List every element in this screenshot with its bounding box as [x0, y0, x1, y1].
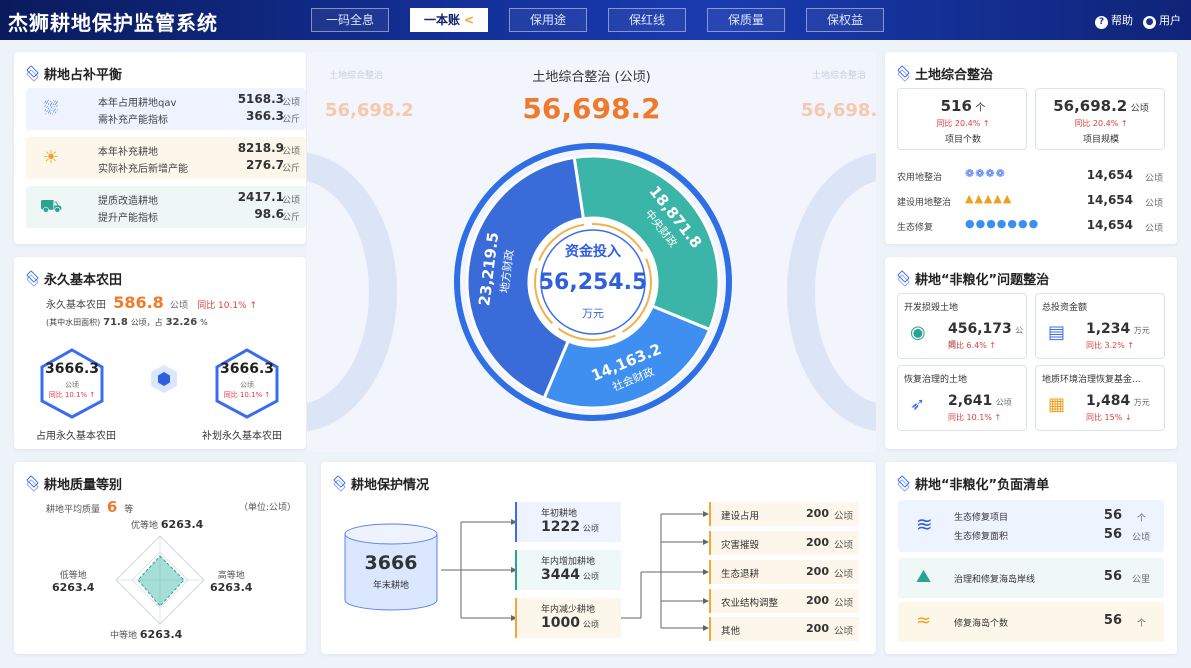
negative-row: ⛰ 治理和修复海岛岸线 56 公里: [898, 558, 1164, 598]
decrease-reason-item: 其他 200 公顷: [709, 617, 859, 641]
balance-row: ⛆ 本年占用耕地qav 5168.3 公顷 需补充产能指标 366.3 公斤: [26, 88, 306, 130]
land-type-icons: ▲▲▲▲▲: [965, 192, 1013, 205]
nongrain-icon: ▤: [1048, 322, 1066, 343]
funding-value: 56,254.5: [538, 270, 648, 295]
land-type-row: 农用地整治 ❁❁❁❁ 14,654 公顷: [897, 167, 1163, 184]
panel-title: 耕地质量等别: [26, 474, 122, 493]
panel-title: 土地综合整治: [897, 64, 993, 83]
nongrain-panel: 耕地“非粮化”问题整治 开发损毁土地 ◉ 456,173 公顷 同比 6.4% ↑ 总投…: [885, 257, 1177, 449]
land-type-row: 生态修复 ●●●●●●● 14,654 公顷: [897, 217, 1163, 234]
nongrain-icon: ▦: [1048, 394, 1066, 415]
layers-icon: [333, 478, 345, 490]
layers-icon: [26, 273, 38, 285]
panel-title: 耕地“非粮化”负面清单: [897, 474, 1049, 493]
flow-box-increase: 年内增加耕地 3444 公顷: [515, 550, 621, 590]
user-icon: ●: [1143, 16, 1156, 29]
top-bar: 杰狮耕地保护监管系统 一码全息 一本账 < 保用途 保红线 保质量 保权益 ? 帮助…: [0, 0, 1191, 40]
ghost-ring-left: [307, 152, 397, 432]
funding-unit: 万元: [582, 307, 604, 320]
center-title: 土地综合整治 (公顷): [532, 70, 651, 85]
sun-icon: ☀: [42, 147, 60, 168]
funding-label: 资金投入: [565, 244, 621, 260]
ghost-ring-right: [787, 152, 876, 432]
flow-box-decrease: 年内减少耕地 1000 公顷: [515, 598, 621, 638]
decrease-reason-item: 灾害摧毁 200 公顷: [709, 531, 859, 555]
nongrain-icon: ➶: [910, 394, 926, 415]
panel-title: 永久基本农田: [26, 269, 122, 288]
decrease-reason-item: 建设占用 200 公顷: [709, 502, 859, 526]
project-scale-card: 56,698.2 公顷 同比 20.4% ↑ 项目规模: [1035, 88, 1165, 150]
nav-tab-rights[interactable]: 保权益: [806, 8, 884, 32]
chevron-left-icon: <: [463, 13, 475, 27]
help-icon: ?: [1095, 16, 1108, 29]
decrease-reason-item: 农业结构调整 200 公顷: [709, 589, 859, 613]
nav-tab-ledger[interactable]: 一本账 <: [410, 8, 488, 32]
occupied-hexagon: 3666.3 公顷 同比 10.1% ↑: [36, 347, 108, 419]
nongrain-icon: ◉: [910, 322, 926, 343]
panel-title: 耕地“非粮化”问题整治: [897, 269, 1049, 288]
nav-tab-use[interactable]: 保用途: [509, 8, 587, 32]
nav-tab-code[interactable]: 一码全息: [311, 8, 389, 32]
hexagon-link-icon: [148, 363, 180, 395]
balance-row: ⛟ 提质改造耕地 2417.1 公顷 提升产能指标 98.6 公斤: [26, 186, 306, 228]
layers-icon: [897, 273, 909, 285]
farmland-icon: ⛆: [43, 98, 59, 119]
land-consolidation-panel: 土地综合整治 516 个 同比 20.4% ↑ 项目个数 56,698.2 公顷…: [885, 52, 1177, 244]
panel-title: 耕地占补平衡: [26, 64, 122, 83]
user-button[interactable]: ● 用户: [1143, 12, 1181, 29]
project-count-card: 516 个 同比 20.4% ↑ 项目个数: [897, 88, 1027, 150]
year-end-value: 3666: [364, 552, 418, 574]
layers-icon: [26, 478, 38, 490]
help-button[interactable]: ? 帮助: [1095, 12, 1133, 29]
tractor-icon: ⛟: [39, 196, 63, 217]
flow-box-start: 年初耕地 1222 公顷: [515, 502, 621, 542]
layers-icon: [897, 478, 909, 490]
nav-tab-redline[interactable]: 保红线: [608, 8, 686, 32]
nongrain-card: 地质环境治理恢复基金... ▦ 1,484 万元 同比 15% ↓: [1035, 365, 1165, 431]
balance-panel: 耕地占补平衡 ⛆ 本年占用耕地qav 5168.3 公顷 需补充产能指标 366.3 公…: [14, 52, 306, 244]
panel-title: 耕地保护情况: [333, 474, 429, 493]
shoreline-icon: ⛰: [916, 566, 932, 587]
quality-panel: 耕地质量等别 耕地平均质量 6 等 （单位:公顷） 优等地 6263.4 低等地…: [14, 462, 306, 654]
quality-radar-chart: [115, 535, 205, 625]
land-type-icons: ●●●●●●●: [965, 217, 1040, 230]
wave-icon: ≋: [916, 512, 933, 536]
center-overview: 土地综合整治 56,698.2 土地综合整治 56,698.2 土地综合整治 (…: [307, 52, 876, 452]
negative-row: ≋ 生态修复项目 生态修复面积 56 个 56 公顷: [898, 500, 1164, 552]
nav-tab-quality[interactable]: 保质量: [707, 8, 785, 32]
basic-farmland-value: 586.8: [113, 293, 164, 312]
layers-icon: [26, 68, 38, 80]
island-icon: ≈: [916, 610, 932, 631]
negative-row: ≈ 修复海岛个数 56 个: [898, 602, 1164, 642]
basic-farmland-panel: 永久基本农田 永久基本农田 586.8 公顷 同比 10.1% ↑ (其中水田面…: [14, 257, 306, 449]
nongrain-card: 总投资金额 ▤ 1,234 万元 同比 3.2% ↑: [1035, 293, 1165, 359]
nongrain-card: 恢复治理的土地 ➶ 2,641 公顷 同比 10.1% ↑: [897, 365, 1027, 431]
land-type-row: 建设用地整治 ▲▲▲▲▲ 14,654 公顷: [897, 192, 1163, 209]
layers-icon: [897, 68, 909, 80]
supplemented-hexagon: 3666.3 公顷 同比 10.1% ↑: [211, 347, 283, 419]
avg-quality-value: 6: [106, 498, 118, 516]
land-type-icons: ❁❁❁❁: [965, 167, 1006, 180]
center-total: 56,698.2: [522, 92, 661, 125]
decrease-reason-item: 生态退耕 200 公顷: [709, 560, 859, 584]
nongrain-card: 开发损毁土地 ◉ 456,173 公顷 同比 6.4% ↑: [897, 293, 1027, 359]
app-title: 杰狮耕地保护监管系统: [8, 11, 218, 35]
balance-row: ☀ 本年补充耕地 8218.9 公顷 实际补充后新增产能 276.7 公斤: [26, 137, 306, 179]
